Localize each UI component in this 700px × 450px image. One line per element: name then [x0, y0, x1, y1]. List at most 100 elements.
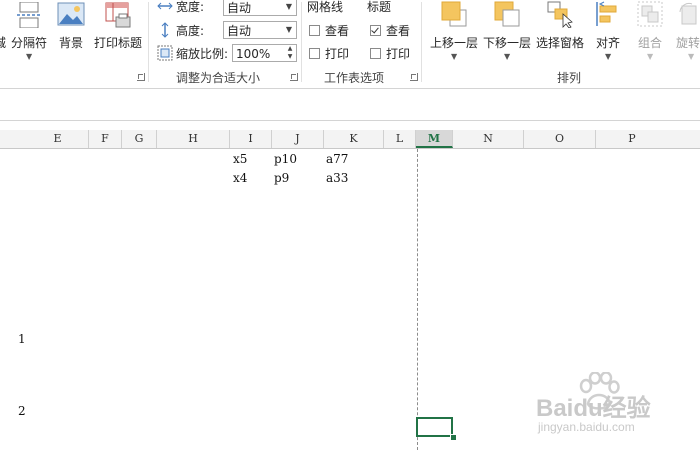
- bring-forward-button[interactable]: 上移一层 ▼: [428, 0, 480, 62]
- chevron-down-icon: ▼: [647, 52, 654, 61]
- rotate-button[interactable]: 旋转 ▼: [676, 0, 700, 62]
- cell-k1[interactable]: a77: [326, 152, 348, 166]
- column-header-n[interactable]: N: [453, 130, 524, 148]
- align-button[interactable]: 对齐 ▼: [590, 0, 626, 62]
- chevron-down-icon[interactable]: ▼: [282, 0, 296, 15]
- print-titles-label: 打印标题: [93, 36, 142, 50]
- page-setup-launcher-icon[interactable]: [137, 73, 145, 81]
- height-value: 自动: [227, 24, 252, 38]
- scale-row: 缩放比例:: [157, 43, 228, 63]
- selection-pane-icon: [547, 1, 573, 28]
- column-header-l[interactable]: L: [384, 130, 416, 148]
- print-titles-icon: [105, 2, 131, 28]
- separator: [301, 2, 302, 82]
- fill-handle[interactable]: [450, 434, 457, 441]
- selection-pane-label: 选择窗格: [535, 36, 584, 50]
- watermark-url: jingyan.baidu.com: [538, 420, 635, 434]
- bring-forward-label: 上移一层: [429, 36, 478, 50]
- cell-i2[interactable]: x4: [233, 171, 247, 185]
- align-icon: [596, 1, 617, 26]
- cell-value-1[interactable]: 1: [18, 332, 26, 346]
- separator: [421, 2, 422, 82]
- gridlines-view-checkbox[interactable]: 查看: [309, 20, 349, 40]
- bring-forward-icon: [441, 1, 467, 27]
- separator: [148, 2, 149, 82]
- spin-arrows-icon[interactable]: ▲ ▼: [284, 45, 296, 61]
- column-header-j[interactable]: J: [272, 130, 324, 148]
- width-icon: [157, 2, 173, 10]
- column-header-p[interactable]: P: [596, 130, 668, 148]
- print-titles-button[interactable]: 打印标题: [92, 0, 144, 52]
- column-header-o[interactable]: O: [524, 130, 596, 148]
- height-row: 高度:: [157, 20, 204, 40]
- column-headers: E F G H I J K L M N O P: [0, 130, 700, 149]
- checkbox-icon[interactable]: [370, 47, 381, 59]
- background-label: 背景: [58, 36, 83, 50]
- send-backward-label: 下移一层: [482, 36, 531, 50]
- partial-button-label[interactable]: 城: [0, 0, 8, 60]
- height-select[interactable]: 自动 ▼: [223, 21, 297, 39]
- scale-spinner[interactable]: 100% ▲ ▼: [232, 44, 297, 62]
- gridlines-print-checkbox[interactable]: 打印: [309, 43, 349, 63]
- group-button[interactable]: 组合 ▼: [632, 0, 668, 62]
- column-header-i[interactable]: I: [230, 130, 272, 148]
- background-button[interactable]: 背景: [54, 0, 88, 52]
- width-select[interactable]: 自动 ▼: [223, 0, 297, 16]
- width-label: 宽度:: [176, 0, 205, 14]
- column-header-f[interactable]: F: [89, 130, 122, 148]
- rotate-icon: [679, 3, 697, 25]
- breaks-icon: [17, 2, 41, 28]
- active-cell-selection[interactable]: [416, 417, 453, 437]
- column-header-m[interactable]: M: [416, 130, 453, 148]
- headings-header: 标题: [367, 0, 392, 14]
- watermark-brand: Baidu经验: [536, 395, 651, 422]
- checkbox-icon[interactable]: [309, 24, 320, 36]
- column-header-e[interactable]: E: [27, 130, 89, 148]
- send-backward-icon: [494, 1, 520, 27]
- column-header-g[interactable]: G: [122, 130, 157, 148]
- checkbox-checked-icon[interactable]: [370, 24, 381, 36]
- gridlines-view-label: 查看: [325, 23, 350, 38]
- scale-to-fit-launcher-icon[interactable]: [290, 73, 298, 81]
- scale-to-fit-group-label: 调整为合适大小: [176, 71, 261, 85]
- cell-j2[interactable]: p9: [274, 171, 289, 185]
- column-header-k[interactable]: K: [324, 130, 384, 148]
- group-label: 组合: [637, 36, 662, 50]
- height-icon: [161, 22, 169, 38]
- chevron-down-icon: ▼: [26, 52, 33, 61]
- scale-label: 缩放比例:: [176, 46, 229, 61]
- breaks-button[interactable]: 分隔符 ▼: [10, 0, 48, 62]
- checkbox-icon[interactable]: [309, 47, 320, 59]
- chevron-down-icon[interactable]: ▼: [282, 22, 296, 38]
- cell-k2[interactable]: a33: [326, 171, 348, 185]
- scale-value: 100%: [236, 47, 271, 61]
- scale-icon: [157, 45, 173, 61]
- breaks-label: 分隔符: [10, 36, 47, 50]
- sheet-options-launcher-icon[interactable]: [410, 73, 418, 81]
- sheet-options-group-label: 工作表选项: [324, 71, 385, 85]
- height-label: 高度:: [176, 23, 205, 38]
- headings-view-label: 查看: [386, 23, 411, 38]
- send-backward-button[interactable]: 下移一层 ▼: [481, 0, 533, 62]
- chevron-down-icon: ▼: [504, 52, 511, 61]
- selection-pane-button[interactable]: 选择窗格: [534, 0, 586, 52]
- align-label: 对齐: [595, 36, 620, 50]
- group-objects-icon: [637, 1, 663, 27]
- gridlines-header: 网格线: [307, 0, 344, 14]
- width-row: 宽度:: [157, 0, 204, 16]
- chevron-down-icon: ▼: [605, 52, 612, 61]
- headings-view-checkbox[interactable]: 查看: [370, 20, 410, 40]
- page-break-line: [417, 149, 418, 450]
- chevron-down-icon: ▼: [451, 52, 458, 61]
- gridlines-print-label: 打印: [325, 46, 350, 61]
- cell-i1[interactable]: x5: [233, 152, 247, 166]
- formula-bar[interactable]: [0, 98, 700, 121]
- column-header-h[interactable]: H: [157, 130, 230, 148]
- cell-j1[interactable]: p10: [274, 152, 297, 166]
- width-value: 自动: [227, 1, 252, 15]
- ribbon: 城 分隔符 ▼ 背景 打印标题 宽度: 自动 ▼ 高度: 自动 ▼ 缩放比例: …: [0, 0, 700, 89]
- chevron-down-icon: ▼: [688, 52, 695, 61]
- cell-value-2[interactable]: 2: [18, 404, 26, 418]
- background-image-icon: [57, 2, 85, 26]
- headings-print-checkbox[interactable]: 打印: [370, 43, 410, 63]
